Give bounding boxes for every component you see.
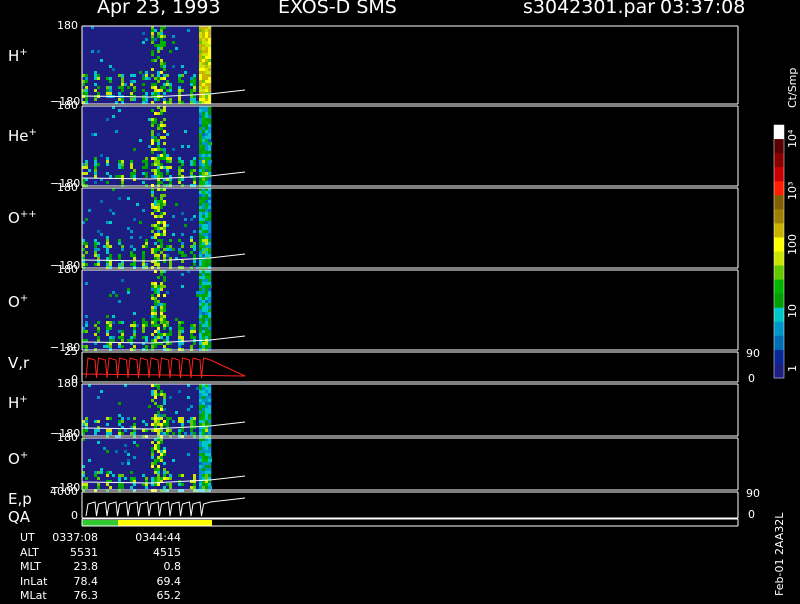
- start-value: 5531: [70, 545, 98, 559]
- end-value: 0.8: [163, 560, 182, 573]
- colorbar-segment: [774, 335, 784, 351]
- right-y-tick-bottom: 0: [748, 508, 755, 521]
- colorbar-segment: [774, 265, 784, 281]
- panel-label-charge: +: [28, 127, 37, 138]
- colorbar-segment: [774, 125, 784, 140]
- start-value: 0337:08: [52, 531, 98, 544]
- panel-label-species: V,r: [8, 354, 30, 372]
- qa-good-segment: [82, 520, 118, 526]
- no-data-region: [212, 384, 245, 436]
- panel-label: O+: [8, 293, 28, 311]
- panel-label: He+: [8, 127, 37, 145]
- y-tick-top: 180: [57, 263, 78, 276]
- right-y-tick-bottom: 0: [748, 372, 755, 385]
- colorbar-tick-label: 100: [786, 234, 799, 255]
- panel-label-charge: +: [19, 293, 29, 304]
- no-data-region: [212, 438, 245, 490]
- row-label: MLat: [20, 589, 47, 602]
- panel-label-charge: ++: [19, 209, 37, 220]
- panel-label-charge: +: [19, 450, 29, 461]
- colorbar-segment: [774, 237, 784, 252]
- panel-label-species: O: [8, 209, 20, 227]
- spectrogram-plot: [81, 25, 785, 527]
- panel-label: H+: [8, 394, 28, 412]
- software-version: Feb-01 2AA32L: [773, 512, 786, 596]
- panel-label: O++: [8, 209, 37, 227]
- panel-label-species: H: [8, 47, 20, 65]
- colorbar-segment: [774, 279, 784, 295]
- y-tick-top: 180: [57, 19, 78, 32]
- start-value: 76.3: [73, 589, 99, 602]
- panel-label-species: H: [8, 394, 20, 412]
- colorbar-segment: [774, 251, 784, 267]
- panel-label-species: O: [8, 450, 20, 468]
- row-label: ALT: [20, 545, 39, 559]
- colorbar-segment: [774, 307, 784, 323]
- panel-label: E,p: [8, 490, 32, 508]
- energy-trace: [85, 497, 246, 517]
- start-value: 23.8: [73, 560, 99, 573]
- colorbar-tick-label: 1: [786, 365, 799, 372]
- panel-label-charge: +: [19, 47, 28, 58]
- colorbar-segment: [774, 321, 784, 337]
- end-value: 65.2: [156, 589, 182, 602]
- y-tick-top: 25: [64, 345, 78, 358]
- panel-label-species: QA: [8, 508, 31, 526]
- start-value: 78.4: [73, 574, 99, 588]
- panel-label-species: He: [8, 127, 29, 145]
- panel-label-species: O: [8, 293, 20, 311]
- y-tick-bottom: 0: [71, 509, 78, 522]
- y-tick-top: 180: [57, 99, 78, 112]
- y-tick-top: 180: [57, 181, 78, 194]
- end-value: 0344:44: [135, 531, 181, 544]
- y-tick-top: 180: [57, 377, 78, 390]
- colorbar-segment: [774, 349, 784, 365]
- colorbar-tick-label: 10: [786, 304, 799, 318]
- colorbar-segment: [774, 195, 784, 210]
- colorbar-segment: [774, 139, 784, 154]
- row-label: MLT: [20, 560, 41, 573]
- y-tick-top: 4000: [50, 485, 78, 498]
- panel-label: O+: [8, 450, 28, 468]
- qa-fair-segment: [118, 520, 212, 526]
- panel-label: V,r: [8, 354, 29, 372]
- panel-label: H+: [8, 47, 28, 65]
- panel-label-species: E,p: [8, 490, 32, 508]
- row-label: InLat: [20, 574, 48, 588]
- colorbar-segment: [774, 223, 784, 238]
- colorbar-segment: [774, 293, 784, 309]
- colorbar-segment: [774, 209, 784, 224]
- y-tick-top: 180: [57, 431, 78, 444]
- colorbar-unit: Ct/Smp: [786, 67, 799, 108]
- end-value: 69.4: [156, 574, 182, 588]
- right-y-tick-top: 90: [746, 487, 760, 500]
- colorbar-tick-label: 10³: [786, 181, 799, 200]
- colorbar-segment: [774, 181, 784, 196]
- colorbar-segment: [774, 363, 784, 379]
- end-value: 4515: [153, 545, 181, 559]
- row-label: UT: [20, 531, 35, 544]
- panel-label-charge: +: [19, 394, 28, 405]
- right-y-tick-top: 90: [746, 347, 760, 360]
- colorbar-segment: [774, 167, 784, 182]
- colorbar-tick-label: 10⁴: [786, 129, 799, 148]
- colorbar-segment: [774, 153, 784, 168]
- panel-label: QA: [8, 508, 30, 526]
